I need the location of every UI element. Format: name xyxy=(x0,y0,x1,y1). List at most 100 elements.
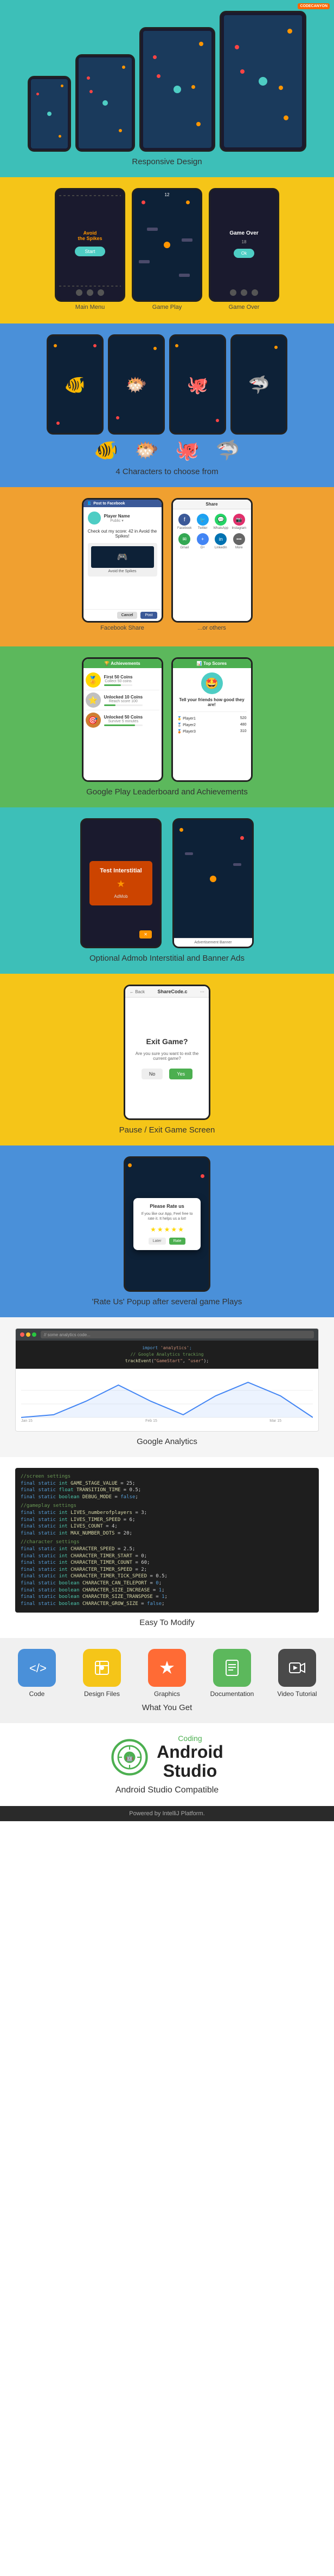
documentation-label: Documentation xyxy=(205,1690,259,1698)
admob-label: Optional Admob Interstitial and Banner A… xyxy=(5,954,329,963)
pause-label: Pause / Exit Game Screen xyxy=(5,1125,329,1135)
video-tutorial-label: Video Tutorial xyxy=(270,1690,324,1698)
admob-section: Test Interstitial ★ AdMob ✕ xyxy=(0,807,334,974)
leaderboard-phones-pair: 🏆 Achievements 🏅 First 50 Coins Collect … xyxy=(5,657,329,782)
android-studio-logo: 🤖 xyxy=(111,1738,149,1776)
android-studio-name: Android Studio xyxy=(157,1743,223,1781)
share-section: 📘Post to Facebook Player Name Public ▾ C… xyxy=(0,487,334,646)
footer-text: Powered by IntelliJ Platform. xyxy=(129,1810,204,1817)
leaderboard-phone: 📊 Top Scores 🤩 Tell your friends how goo… xyxy=(171,657,253,782)
code-icon-box: </> xyxy=(18,1649,56,1687)
fish-mascot-4: 🦈 xyxy=(216,439,240,462)
android-studio-section: 🤖 Coding Android Studio Android Studio C… xyxy=(0,1723,334,1805)
code-block: //screen settings final static int GAME_… xyxy=(15,1468,319,1613)
others-label: ...or others xyxy=(197,625,226,631)
char-phone-1: 🐠 xyxy=(47,334,104,435)
interstitial-phone: Test Interstitial ★ AdMob ✕ xyxy=(80,818,162,948)
coding-subtitle: Coding xyxy=(157,1734,223,1743)
phone-large xyxy=(139,27,215,152)
gameover-label: Game Over xyxy=(229,304,260,310)
analytics-screenshot: // some analytics code... import 'analyt… xyxy=(15,1328,319,1432)
gameover-phone: Game Over 18 Ok xyxy=(209,188,279,302)
pause-phone: ← Back ShareCode.c ⋯ Exit Game? Are you … xyxy=(124,985,210,1120)
svg-text:Mar 15: Mar 15 xyxy=(269,1419,281,1423)
main-menu-phone: Avoidthe Spikes Start xyxy=(55,188,125,302)
phone-medium xyxy=(75,54,135,152)
android-studio-title: Coding Android Studio xyxy=(157,1734,223,1781)
char-phone-4: 🦈 xyxy=(230,334,287,435)
others-phone-wrapper: Share f Facebook 🐦 Twitter xyxy=(171,498,253,631)
design-icon xyxy=(92,1658,112,1678)
gameplay-wrapper: 12 Game Play xyxy=(132,188,202,310)
gameplay-label: Game Play xyxy=(152,304,182,310)
characters-section: 🐠 🐡 🐙 🦈 xyxy=(0,323,334,487)
responsive-phones-row xyxy=(5,11,329,152)
code-icon: </> xyxy=(27,1658,47,1678)
fish-mascot-2: 🐡 xyxy=(134,439,159,462)
svg-text:Feb 15: Feb 15 xyxy=(145,1419,157,1423)
design-files-icon-box xyxy=(83,1649,121,1687)
graphics-icon-box xyxy=(148,1649,186,1687)
easy-modify-label: Easy To Modify xyxy=(5,1618,329,1627)
analytics-section: // some analytics code... import 'analyt… xyxy=(0,1317,334,1457)
pause-phone-wrapper: ← Back ShareCode.c ⋯ Exit Game? Are you … xyxy=(5,985,329,1120)
easy-modify-section: //screen settings final static int GAME_… xyxy=(0,1457,334,1638)
graphics-icon xyxy=(157,1658,177,1678)
phone-xlarge xyxy=(220,11,306,152)
gameplay-phones-row: Avoidthe Spikes Start Main Menu xyxy=(5,188,329,310)
svg-text:Jan 15: Jan 15 xyxy=(21,1419,33,1423)
svg-text:</>: </> xyxy=(29,1661,47,1675)
main-menu-label: Main Menu xyxy=(75,304,105,310)
facebook-phone: 📘Post to Facebook Player Name Public ▾ C… xyxy=(82,498,163,623)
leaderboard-section: 🏆 Achievements 🏅 First 50 Coins Collect … xyxy=(0,646,334,807)
graphics-item: Graphics xyxy=(140,1649,194,1698)
rate-phone: Please Rate us If you like our App, Feel… xyxy=(124,1156,210,1292)
graphics-label: Graphics xyxy=(140,1690,194,1698)
rate-phone-wrapper: Please Rate us If you like our App, Feel… xyxy=(5,1156,329,1292)
admob-phones-row: Test Interstitial ★ AdMob ✕ xyxy=(5,818,329,948)
banner-phone: Advertisement Banner xyxy=(172,818,254,948)
android-studio-label: Android Studio Compatible xyxy=(11,1785,323,1795)
what-you-get-section: </> Code Design Files Graphi xyxy=(0,1638,334,1723)
facebook-phone-wrapper: 📘Post to Facebook Player Name Public ▾ C… xyxy=(82,498,163,631)
char-phone-2: 🐡 xyxy=(108,334,165,435)
analytics-label: Google Analytics xyxy=(5,1437,329,1446)
video-tutorial-icon-box xyxy=(278,1649,316,1687)
watermark-badge: CODECANYON xyxy=(298,3,330,9)
code-label: Code xyxy=(10,1690,64,1698)
share-phones-pair: 📘Post to Facebook Player Name Public ▾ C… xyxy=(5,498,329,631)
what-you-get-grid: </> Code Design Files Graphi xyxy=(5,1649,329,1698)
svg-text:🤖: 🤖 xyxy=(126,1754,133,1762)
what-you-get-label: What You Get xyxy=(5,1703,329,1712)
fish-mascot-3: 🐙 xyxy=(175,439,200,462)
rate-label: 'Rate Us' Popup after several game Plays xyxy=(5,1297,329,1306)
design-files-item: Design Files xyxy=(75,1649,129,1698)
phone-small xyxy=(28,76,71,152)
android-studio-logo-row: 🤖 Coding Android Studio xyxy=(11,1734,323,1781)
video-icon xyxy=(287,1658,307,1678)
rate-section: Please Rate us If you like our App, Feel… xyxy=(0,1145,334,1317)
others-phone: Share f Facebook 🐦 Twitter xyxy=(171,498,253,623)
responsive-section: CODECANYON xyxy=(0,0,334,177)
code-item: </> Code xyxy=(10,1649,64,1698)
characters-phones-row: 🐠 🐡 🐙 🦈 xyxy=(5,334,329,435)
video-tutorial-item: Video Tutorial xyxy=(270,1649,324,1698)
main-menu-wrapper: Avoidthe Spikes Start Main Menu xyxy=(55,188,125,310)
documentation-icon xyxy=(222,1658,242,1678)
design-files-label: Design Files xyxy=(75,1690,129,1698)
fish-mascots-row: 🐠 🐡 🐙 🦈 xyxy=(5,439,329,462)
characters-label: 4 Characters to choose from xyxy=(5,467,329,476)
gameover-wrapper: Game Over 18 Ok Game Over xyxy=(209,188,279,310)
pause-section: ← Back ShareCode.c ⋯ Exit Game? Are you … xyxy=(0,974,334,1145)
achievements-phone: 🏆 Achievements 🏅 First 50 Coins Collect … xyxy=(82,657,163,782)
fish-mascot-1: 🐠 xyxy=(94,439,118,462)
leaderboard-label: Google Play Leaderboard and Achievements xyxy=(5,787,329,797)
gameplay-phone: 12 xyxy=(132,188,202,302)
facebook-label: Facebook Share xyxy=(100,625,144,631)
responsive-label: Responsive Design xyxy=(5,157,329,166)
char-phone-3: 🐙 xyxy=(169,334,226,435)
documentation-icon-box xyxy=(213,1649,251,1687)
footer-bar: Powered by IntelliJ Platform. xyxy=(0,1806,334,1821)
documentation-item: Documentation xyxy=(205,1649,259,1698)
gameplay-section: Avoidthe Spikes Start Main Menu xyxy=(0,177,334,323)
